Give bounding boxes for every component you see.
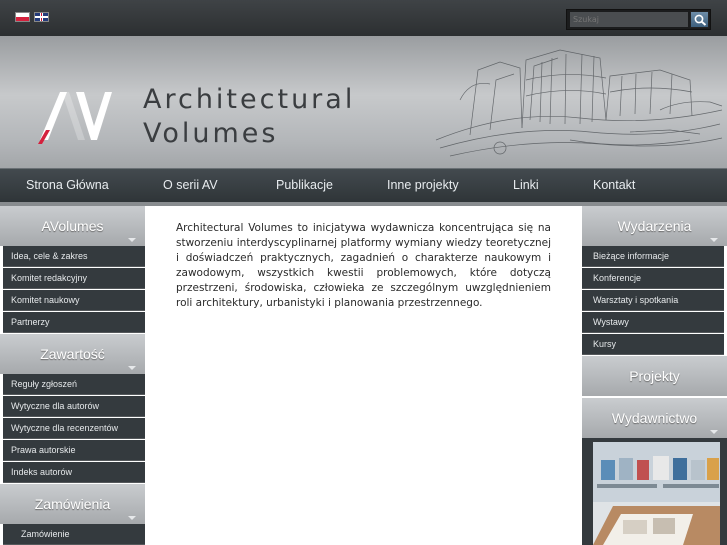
section-title: Wydarzenia <box>617 218 692 234</box>
polish-flag-icon[interactable] <box>15 12 30 22</box>
section-title: AVolumes <box>41 218 104 234</box>
menu-item-submission-rules[interactable]: Reguły zgłoszeń <box>3 374 145 395</box>
section-title: Zawartość <box>40 346 105 362</box>
search-box <box>566 9 711 30</box>
section-title: Zamówienia <box>34 496 111 512</box>
menu-item-workshops[interactable]: Warsztaty i spotkania <box>582 290 724 311</box>
english-flag-icon[interactable] <box>34 12 49 22</box>
right-sidebar: Wydarzenia Bieżące informacje Konferencj… <box>582 206 727 545</box>
chevron-down-icon <box>128 516 137 521</box>
nav-other-projects[interactable]: Inne projekty <box>387 178 459 192</box>
section-header-orders[interactable]: Zamówienia <box>0 484 145 524</box>
header-banner: Architectural Volumes <box>0 36 727 168</box>
menu-item-scientific-board[interactable]: Komitet naukowy <box>3 290 145 311</box>
chevron-down-icon <box>710 430 719 435</box>
menu-item-reviewer-guidelines[interactable]: Wytyczne dla recenzentów <box>3 418 145 439</box>
nav-links[interactable]: Linki <box>513 178 539 192</box>
menu-item-author-guidelines[interactable]: Wytyczne dla autorów <box>3 396 145 417</box>
chevron-down-icon <box>128 366 137 371</box>
section-header-projects[interactable]: Projekty <box>582 356 727 396</box>
menu-item-editorial-board[interactable]: Komitet redakcyjny <box>3 268 145 289</box>
menu-item-courses[interactable]: Kursy <box>582 334 724 355</box>
menu-item-copyright[interactable]: Prawa autorskie <box>3 440 145 461</box>
main-navigation: Strona Główna O serii AV Publikacje Inne… <box>0 168 727 202</box>
exhibition-photo-image[interactable] <box>593 442 720 545</box>
chevron-down-icon <box>710 238 719 243</box>
chevron-down-icon <box>128 238 137 243</box>
section-title: Projekty <box>629 368 680 384</box>
av-logo[interactable] <box>36 86 116 150</box>
menu-item-conferences[interactable]: Konferencje <box>582 268 724 289</box>
architecture-sketch-image <box>435 49 723 157</box>
section-header-publishing[interactable]: Wydawnictwo <box>582 398 727 438</box>
section-header-events[interactable]: Wydarzenia <box>582 206 727 246</box>
main-content: Architectural Volumes to inicjatywa wyda… <box>145 206 582 545</box>
search-button[interactable] <box>690 11 709 28</box>
menu-item-exhibitions[interactable]: Wystawy <box>582 312 724 333</box>
nav-publications[interactable]: Publikacje <box>276 178 333 192</box>
menu-item-author-index[interactable]: Indeks autorów <box>3 462 145 483</box>
section-header-contents[interactable]: Zawartość <box>0 334 145 374</box>
brand-line-1: Architectural <box>143 84 356 115</box>
menu-item-partners[interactable]: Partnerzy <box>3 312 145 333</box>
intro-paragraph: Architectural Volumes to inicjatywa wyda… <box>176 222 551 309</box>
menu-item-idea[interactable]: Idea, cele & zakres <box>3 246 145 267</box>
section-header-avolumes[interactable]: AVolumes <box>0 206 145 246</box>
top-bar <box>0 0 727 36</box>
section-title: Wydawnictwo <box>611 410 698 426</box>
nav-home[interactable]: Strona Główna <box>26 178 109 192</box>
search-input[interactable] <box>570 12 688 27</box>
brand-line-2: Volumes <box>143 118 279 149</box>
left-sidebar: AVolumes Idea, cele & zakres Komitet red… <box>0 206 145 545</box>
nav-contact[interactable]: Kontakt <box>593 178 635 192</box>
menu-item-current-news[interactable]: Bieżące informacje <box>582 246 724 267</box>
nav-about-series[interactable]: O serii AV <box>163 178 218 192</box>
search-icon <box>694 14 707 26</box>
menu-item-order[interactable]: Zamówienie <box>3 524 145 545</box>
